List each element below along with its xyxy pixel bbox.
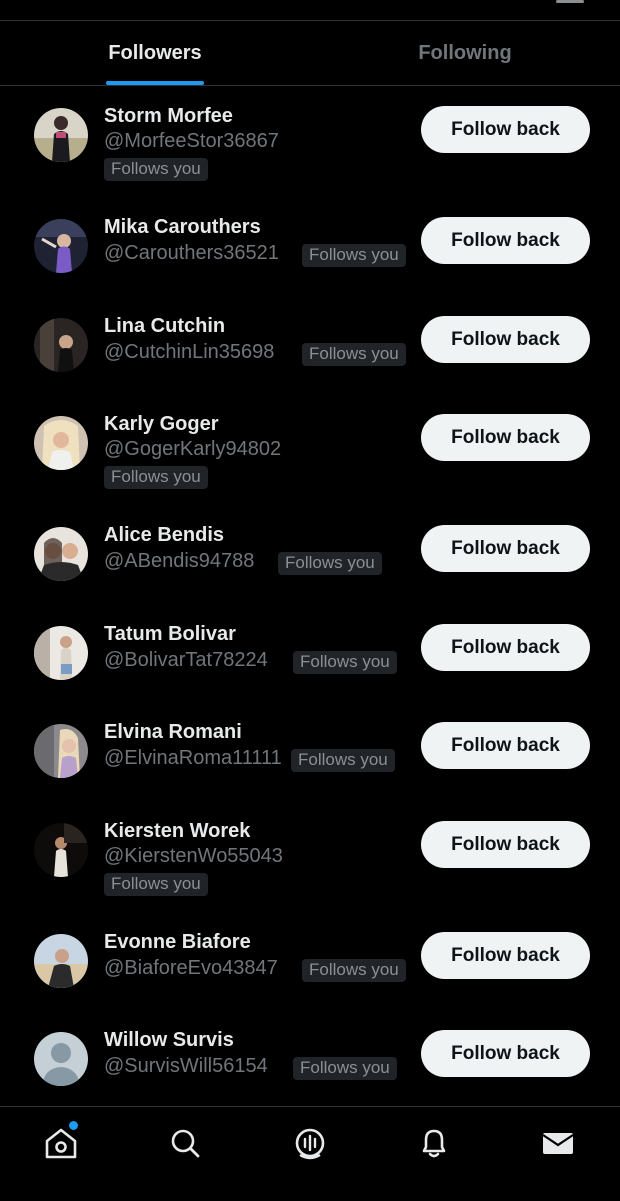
follow-back-button[interactable]: Follow back <box>421 217 590 264</box>
user-handle[interactable]: @ABendis94788 <box>104 550 254 573</box>
avatar[interactable] <box>34 527 88 581</box>
follows-you-badge: Follows you <box>293 1057 397 1080</box>
user-name[interactable]: Tatum Bolivar <box>104 623 236 646</box>
communities-icon[interactable] <box>292 1125 328 1161</box>
tab-bar: Followers Following <box>0 21 620 86</box>
follow-back-button[interactable]: Follow back <box>421 821 590 868</box>
follow-back-button[interactable]: Follow back <box>421 525 590 572</box>
follow-back-button[interactable]: Follow back <box>421 316 590 363</box>
list-item[interactable]: Alice Bendis @ABendis94788 Follows you F… <box>0 524 620 584</box>
follows-you-badge: Follows you <box>291 749 395 772</box>
user-name[interactable]: Mika Carouthers <box>104 216 261 239</box>
avatar[interactable] <box>34 626 88 680</box>
list-item[interactable]: Willow Survis @SurvisWill56154 Follows y… <box>0 1029 620 1089</box>
user-handle[interactable]: @KierstenWo55043 <box>104 845 283 868</box>
follows-you-badge: Follows you <box>302 343 406 366</box>
bottom-navigation <box>0 1106 620 1201</box>
follow-back-button[interactable]: Follow back <box>421 722 590 769</box>
avatar[interactable] <box>34 219 88 273</box>
user-name[interactable]: Alice Bendis <box>104 524 224 547</box>
user-name[interactable]: Evonne Biafore <box>104 931 251 954</box>
follows-you-badge: Follows you <box>104 466 208 489</box>
follows-you-badge: Follows you <box>302 244 406 267</box>
home-icon[interactable] <box>43 1121 79 1161</box>
user-handle[interactable]: @MorfeeStor36867 <box>104 130 279 153</box>
list-item[interactable]: Storm Morfee @MorfeeStor36867 Follows yo… <box>0 105 620 190</box>
avatar[interactable] <box>34 724 88 778</box>
user-name[interactable]: Lina Cutchin <box>104 315 225 338</box>
avatar[interactable] <box>34 416 88 470</box>
user-name[interactable]: Storm Morfee <box>104 105 233 128</box>
tab-following[interactable]: Following <box>310 21 620 85</box>
follow-back-button[interactable]: Follow back <box>421 414 590 461</box>
follow-back-button[interactable]: Follow back <box>421 1030 590 1077</box>
follow-back-button[interactable]: Follow back <box>421 106 590 153</box>
user-name[interactable]: Willow Survis <box>104 1029 234 1052</box>
list-item[interactable]: Evonne Biafore @BiaforeEvo43847 Follows … <box>0 931 620 991</box>
follow-back-button[interactable]: Follow back <box>421 932 590 979</box>
list-item[interactable]: Tatum Bolivar @BolivarTat78224 Follows y… <box>0 623 620 683</box>
avatar[interactable] <box>34 934 88 988</box>
follow-back-button[interactable]: Follow back <box>421 624 590 671</box>
user-handle[interactable]: @BiaforeEvo43847 <box>104 957 278 980</box>
user-name[interactable]: Kiersten Worek <box>104 820 250 843</box>
follows-you-badge: Follows you <box>104 158 208 181</box>
tab-following-label: Following <box>418 41 512 64</box>
list-item[interactable]: Lina Cutchin @CutchinLin35698 Follows yo… <box>0 315 620 375</box>
default-avatar-icon[interactable] <box>34 1032 88 1086</box>
tab-followers-label: Followers <box>108 41 202 64</box>
user-handle[interactable]: @GogerKarly94802 <box>104 438 281 461</box>
avatar[interactable] <box>34 318 88 372</box>
search-icon[interactable] <box>167 1125 203 1161</box>
user-handle[interactable]: @CutchinLin35698 <box>104 341 274 364</box>
tab-followers[interactable]: Followers <box>0 21 310 85</box>
user-handle[interactable]: @SurvisWill56154 <box>104 1055 268 1078</box>
drag-handle <box>556 0 584 3</box>
active-tab-indicator <box>106 81 204 85</box>
user-handle[interactable]: @BolivarTat78224 <box>104 649 268 672</box>
user-handle[interactable]: @Carouthers36521 <box>104 242 279 265</box>
user-handle[interactable]: @ElvinaRoma11111 <box>104 747 282 770</box>
user-name[interactable]: Elvina Romani <box>104 721 242 744</box>
list-item[interactable]: Elvina Romani @ElvinaRoma11111 Follows y… <box>0 721 620 781</box>
follows-you-badge: Follows you <box>278 552 382 575</box>
follows-you-badge: Follows you <box>302 959 406 982</box>
user-name[interactable]: Karly Goger <box>104 413 218 436</box>
top-bar <box>0 0 620 21</box>
list-item[interactable]: Kiersten Worek @KierstenWo55043 Follows … <box>0 820 620 905</box>
list-item[interactable]: Mika Carouthers @Carouthers36521 Follows… <box>0 216 620 276</box>
messages-icon[interactable] <box>540 1125 576 1161</box>
list-item[interactable]: Karly Goger @GogerKarly94802 Follows you… <box>0 413 620 498</box>
avatar[interactable] <box>34 108 88 162</box>
avatar[interactable] <box>34 823 88 877</box>
notifications-icon[interactable] <box>416 1125 452 1161</box>
follows-you-badge: Follows you <box>293 651 397 674</box>
follows-you-badge: Follows you <box>104 873 208 896</box>
notification-dot <box>69 1121 78 1130</box>
